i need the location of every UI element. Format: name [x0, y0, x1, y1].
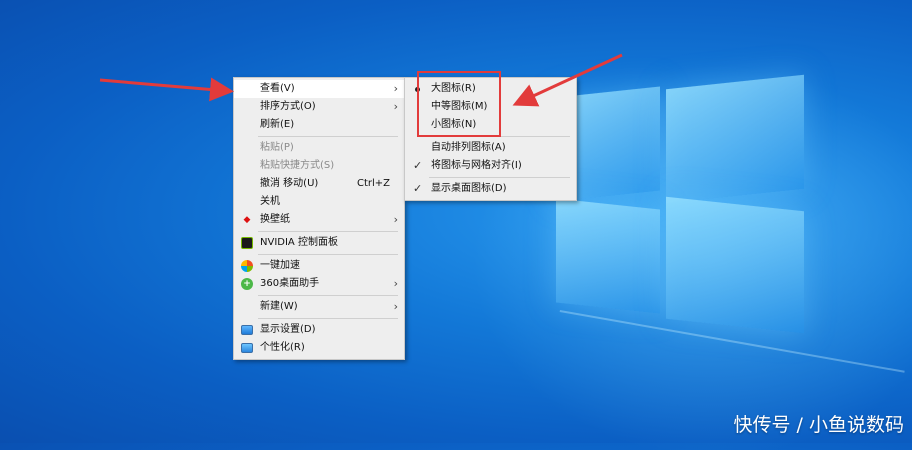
watermark-text: 快传号 / 小鱼说数码: [733, 414, 904, 436]
right-arrow: [512, 53, 623, 107]
left-arrow: [99, 77, 234, 102]
annotation-arrows: [99, 53, 623, 107]
